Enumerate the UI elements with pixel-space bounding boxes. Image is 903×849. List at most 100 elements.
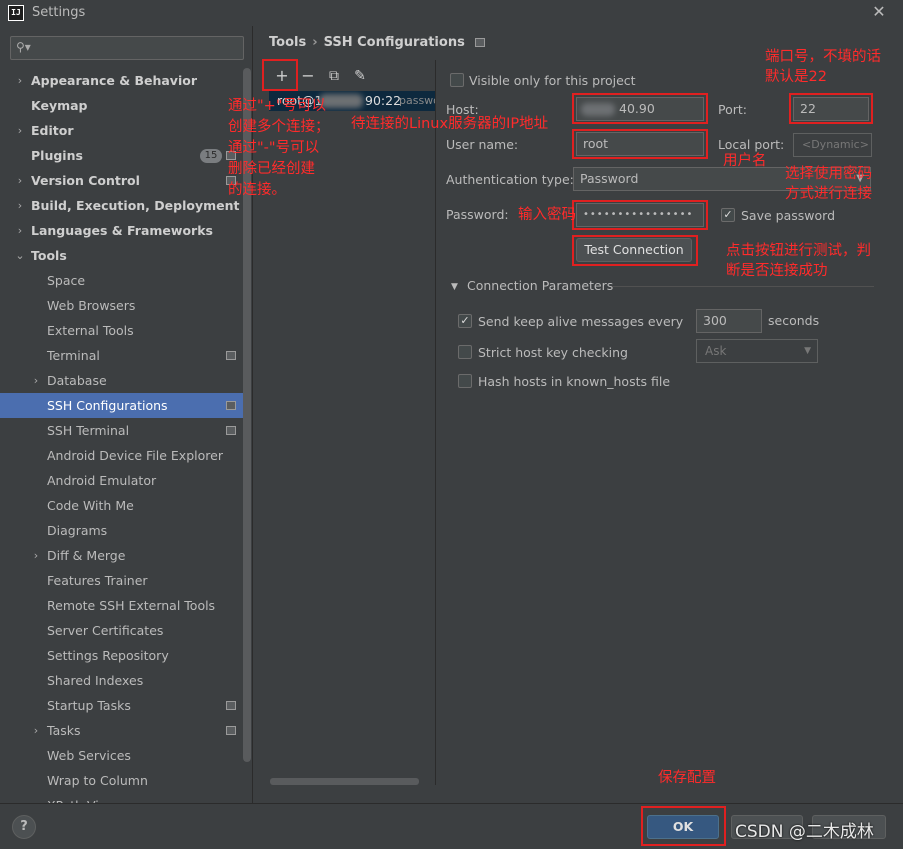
annotation-line: 通过"+"号可以 (228, 98, 326, 114)
project-scope-icon (226, 426, 236, 435)
annotation-host-note: 待连接的Linux服务器的IP地址 (351, 116, 549, 132)
annotation-user-note: 用户名 (723, 153, 767, 169)
tree-item-languages[interactable]: › Languages & Frameworks (0, 218, 244, 243)
save-password-checkbox[interactable]: ✓ (721, 208, 735, 222)
breadcrumb-root[interactable]: Tools (269, 35, 306, 50)
remove-icon[interactable]: − (297, 66, 319, 88)
breadcrumb: Tools › SSH Configurations (269, 35, 485, 50)
tree-item-web-services[interactable]: Web Services (0, 743, 244, 768)
project-scope-icon (226, 701, 236, 710)
tree-label: Shared Indexes (47, 673, 144, 688)
breadcrumb-separator: › (312, 35, 318, 50)
window-title: Settings (32, 5, 86, 20)
tree-item-ssh-terminal[interactable]: SSH Terminal (0, 418, 244, 443)
project-scope-icon (226, 401, 236, 410)
annotation-line: 点击按钮进行测试，判 (726, 243, 871, 259)
visible-only-checkbox[interactable] (450, 73, 464, 87)
keep-alive-interval-field[interactable]: 300 (696, 309, 762, 333)
tree-item-tools[interactable]: ⌄ Tools (0, 243, 244, 268)
tree-label: Database (47, 373, 107, 388)
tree-label: Space (47, 273, 86, 288)
search-icon: ⚲▾ (16, 40, 31, 54)
chevron-right-icon: › (33, 549, 39, 562)
collapse-triangle-icon[interactable]: ▼ (451, 282, 458, 292)
tree-item-android-emulator[interactable]: Android Emulator (0, 468, 244, 493)
tree-item-tasks[interactable]: › Tasks (0, 718, 244, 743)
tree-item-settings-repository[interactable]: Settings Repository (0, 643, 244, 668)
annotation-test-note: 点击按钮进行测试，判 断是否连接成功 (726, 241, 871, 281)
chevron-down-icon: ▼ (804, 346, 811, 356)
tree-item-build[interactable]: › Build, Execution, Deployment (0, 193, 244, 218)
chevron-right-icon: › (17, 124, 23, 137)
annotation-line: 的连接。 (228, 182, 286, 198)
annotation-password-note: 输入密码 (518, 207, 576, 223)
annotation-line: 端口号，不填的话 (765, 49, 881, 65)
tree-label: External Tools (47, 323, 134, 338)
tree-item-space[interactable]: Space (0, 268, 244, 293)
annotation-line: 选择使用密码 (785, 166, 872, 182)
hash-hosts-checkbox[interactable] (458, 374, 472, 388)
annotation-line: 方式进行连接 (785, 186, 872, 202)
tree-label: Startup Tasks (47, 698, 131, 713)
search-input[interactable]: ⚲▾ (10, 36, 244, 60)
list-horizontal-scrollbar[interactable] (270, 778, 419, 785)
project-scope-icon (226, 351, 236, 360)
strict-host-label: Strict host key checking (478, 345, 628, 360)
annotation-line: 默认是22 (765, 69, 827, 85)
tree-item-terminal[interactable]: Terminal (0, 343, 244, 368)
tree-item-external-tools[interactable]: External Tools (0, 318, 244, 343)
tree-label: Features Trainer (47, 573, 148, 588)
tree-item-keymap[interactable]: Keymap (0, 93, 244, 118)
tree-label: Settings Repository (47, 648, 169, 663)
annotation-port-note: 端口号，不填的话 默认是22 (765, 47, 881, 87)
copy-icon[interactable]: ⧉ (323, 66, 345, 88)
tree-item-xpath-viewer[interactable]: XPath Viewer (0, 793, 244, 803)
annotation-box-user (572, 129, 708, 159)
tree-item-android-device[interactable]: Android Device File Explorer (0, 443, 244, 468)
tree-label: Diff & Merge (47, 548, 126, 563)
tree-item-shared-indexes[interactable]: Shared Indexes (0, 668, 244, 693)
tree-item-database[interactable]: › Database (0, 368, 244, 393)
strict-host-select[interactable]: Ask ▼ (696, 339, 818, 363)
annotation-box-test (572, 235, 698, 266)
watermark: CSDN @二木成林 (735, 822, 874, 842)
visible-only-label: Visible only for this project (469, 73, 636, 88)
strict-host-checkbox[interactable] (458, 345, 472, 359)
config-auth-type: passwo (399, 94, 435, 107)
auth-type-label: Authentication type: (446, 172, 574, 187)
tree-item-plugins[interactable]: Plugins 15 (0, 143, 244, 168)
port-label: Port: (718, 102, 747, 117)
breadcrumb-current: SSH Configurations (323, 35, 465, 50)
user-name-label: User name: (446, 137, 519, 152)
tree-label: Wrap to Column (47, 773, 148, 788)
tree-item-server-certificates[interactable]: Server Certificates (0, 618, 244, 643)
tree-item-wrap-to-column[interactable]: Wrap to Column (0, 768, 244, 793)
close-icon[interactable]: ✕ (870, 2, 888, 22)
annotation-box-ok (641, 806, 726, 846)
tree-item-appearance[interactable]: › Appearance & Behavior (0, 68, 244, 93)
tree-item-diff-merge[interactable]: › Diff & Merge (0, 543, 244, 568)
tree-item-web-browsers[interactable]: Web Browsers (0, 293, 244, 318)
tree-item-version-control[interactable]: › Version Control (0, 168, 244, 193)
hash-hosts-label: Hash hosts in known_hosts file (478, 374, 671, 389)
title-bar: IJ Settings ✕ (0, 0, 903, 26)
chevron-down-icon: ⌄ (15, 249, 25, 262)
edit-icon[interactable]: ✎ (349, 66, 371, 88)
tree-item-code-with-me[interactable]: Code With Me (0, 493, 244, 518)
tree-item-startup-tasks[interactable]: Startup Tasks (0, 693, 244, 718)
annotation-box-host (572, 93, 708, 124)
tree-label: Keymap (31, 98, 88, 113)
annotation-box-password (572, 200, 708, 230)
list-divider (435, 60, 436, 785)
tree-item-features-trainer[interactable]: Features Trainer (0, 568, 244, 593)
keep-alive-checkbox[interactable]: ✓ (458, 314, 472, 328)
tree-item-remote-ssh-tools[interactable]: Remote SSH External Tools (0, 593, 244, 618)
tree-item-editor[interactable]: › Editor (0, 118, 244, 143)
tree-item-ssh-configurations[interactable]: SSH Configurations (0, 393, 244, 418)
tree-label: Tools (31, 248, 67, 263)
tree-item-diagrams[interactable]: Diagrams (0, 518, 244, 543)
connection-params-title[interactable]: Connection Parameters (467, 278, 613, 293)
help-button[interactable]: ? (12, 815, 36, 839)
chevron-right-icon: › (17, 174, 23, 187)
local-port-field[interactable]: <Dynamic> (793, 133, 872, 157)
